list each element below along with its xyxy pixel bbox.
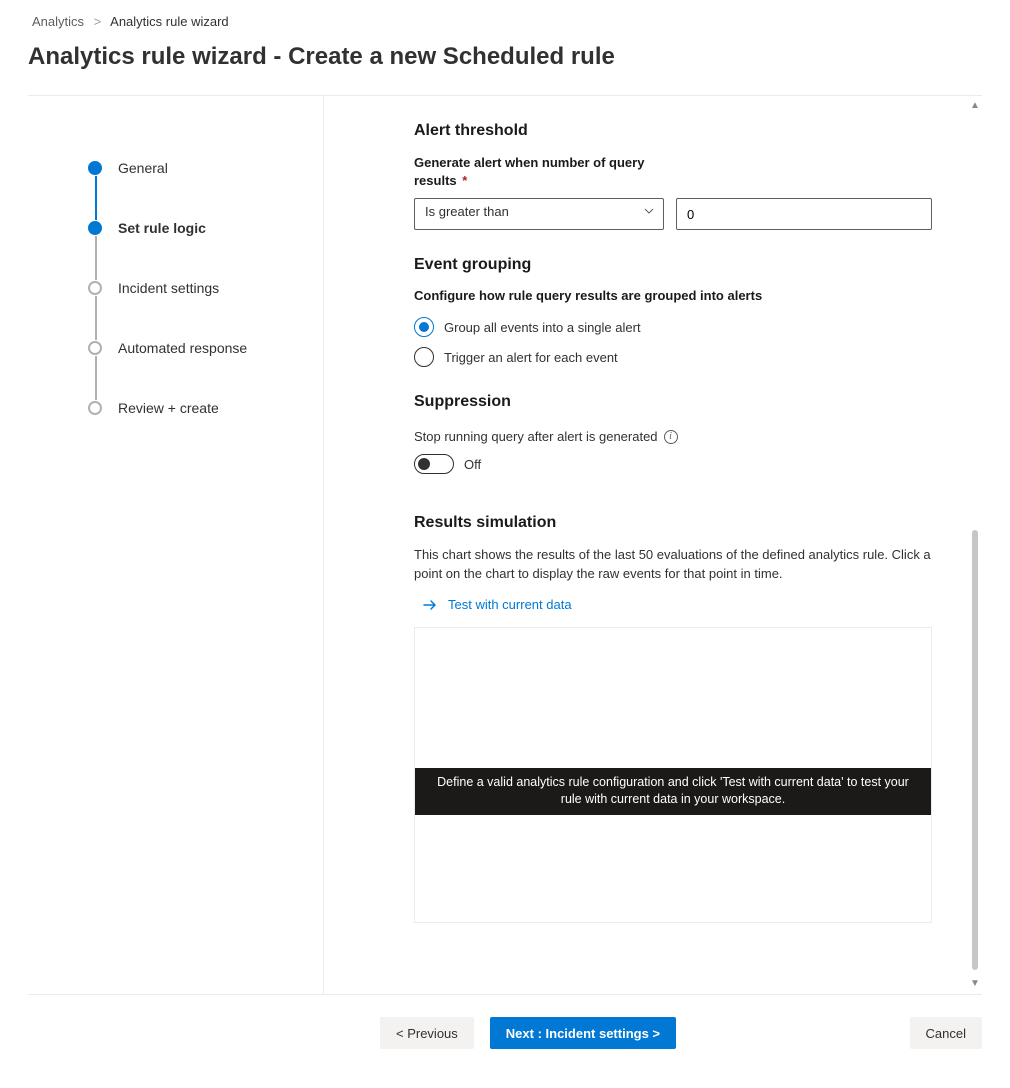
step-indicator-icon: [88, 401, 102, 415]
section-event-grouping: Event grouping: [414, 256, 932, 274]
page-title: Analytics rule wizard - Create a new Sch…: [0, 37, 1010, 95]
content-area: General Set rule logic Incident settings…: [28, 95, 982, 995]
radio-label: Group all events into a single alert: [444, 320, 641, 335]
cancel-button[interactable]: Cancel: [910, 1017, 982, 1049]
wizard-step-label: Set rule logic: [118, 220, 206, 236]
arrow-right-icon: [422, 597, 438, 613]
step-indicator-icon: [88, 221, 102, 235]
radio-label: Trigger an alert for each event: [444, 350, 618, 365]
chart-placeholder-message: Define a valid analytics rule configurat…: [415, 768, 931, 815]
suppression-label-row: Stop running query after alert is genera…: [414, 429, 932, 444]
section-results-simulation: Results simulation: [414, 514, 932, 532]
required-indicator: *: [462, 173, 467, 188]
vertical-scrollbar[interactable]: ▲ ▼: [970, 100, 980, 990]
section-alert-threshold: Alert threshold: [414, 122, 932, 140]
test-with-current-data-link[interactable]: Test with current data: [422, 597, 932, 613]
scrollbar-thumb[interactable]: [972, 530, 978, 970]
wizard-step-general[interactable]: General: [88, 138, 303, 198]
wizard-steps: General Set rule logic Incident settings…: [28, 96, 324, 994]
results-chart-area: Define a valid analytics rule configurat…: [414, 627, 932, 923]
breadcrumb-root[interactable]: Analytics: [32, 14, 84, 29]
scroll-up-icon[interactable]: ▲: [970, 100, 980, 112]
threshold-field-label: Generate alert when number of query resu…: [414, 154, 674, 190]
next-button[interactable]: Next : Incident settings >: [490, 1017, 676, 1049]
radio-icon: [414, 347, 434, 367]
wizard-step-label: Review + create: [118, 400, 219, 416]
chevron-down-icon: [643, 205, 655, 220]
wizard-step-set-rule-logic[interactable]: Set rule logic: [88, 198, 303, 258]
event-grouping-subhead: Configure how rule query results are gro…: [414, 288, 932, 303]
wizard-step-review-create[interactable]: Review + create: [88, 378, 303, 438]
threshold-operator-value: Is greater than: [425, 204, 509, 219]
previous-button[interactable]: < Previous: [380, 1017, 474, 1049]
wizard-step-label: General: [118, 160, 168, 176]
wizard-step-incident-settings[interactable]: Incident settings: [88, 258, 303, 318]
section-suppression: Suppression: [414, 393, 932, 411]
wizard-step-label: Automated response: [118, 340, 247, 356]
breadcrumb-current: Analytics rule wizard: [110, 14, 229, 29]
step-indicator-icon: [88, 161, 102, 175]
threshold-value-input[interactable]: [676, 198, 932, 230]
suppression-toggle[interactable]: [414, 454, 454, 474]
step-indicator-icon: [88, 341, 102, 355]
radio-group-single-alert[interactable]: Group all events into a single alert: [414, 317, 932, 337]
wizard-footer: < Previous Next : Incident settings > Ca…: [0, 995, 1010, 1071]
wizard-step-label: Incident settings: [118, 280, 219, 296]
test-link-label: Test with current data: [448, 597, 572, 612]
toggle-knob-icon: [418, 458, 430, 470]
form-panel: Alert threshold Generate alert when numb…: [324, 96, 982, 994]
breadcrumb-separator: >: [94, 14, 102, 29]
radio-icon: [414, 317, 434, 337]
threshold-operator-select[interactable]: Is greater than: [414, 198, 664, 230]
step-indicator-icon: [88, 281, 102, 295]
breadcrumb: Analytics > Analytics rule wizard: [0, 0, 1010, 37]
radio-trigger-each-event[interactable]: Trigger an alert for each event: [414, 347, 932, 367]
scroll-down-icon[interactable]: ▼: [970, 978, 980, 990]
suppression-label: Stop running query after alert is genera…: [414, 429, 658, 444]
suppression-toggle-state: Off: [464, 457, 481, 472]
results-description: This chart shows the results of the last…: [414, 546, 932, 582]
info-icon[interactable]: i: [664, 430, 678, 444]
wizard-step-automated-response[interactable]: Automated response: [88, 318, 303, 378]
